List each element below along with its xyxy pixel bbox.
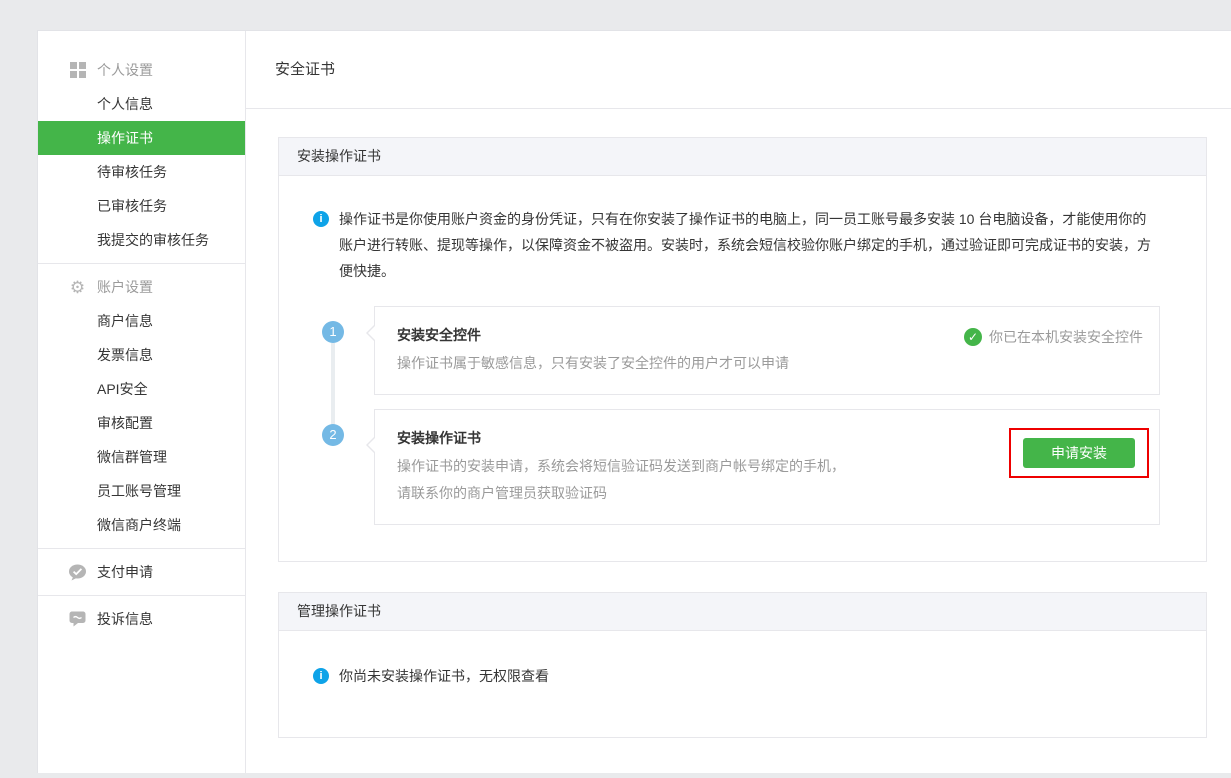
grid-icon xyxy=(69,62,86,79)
step-1-badge: 1 xyxy=(322,321,344,343)
step-1-description: 操作证书属于敏感信息，只有安装了安全控件的用户才可以申请 xyxy=(397,350,789,377)
sidebar-divider xyxy=(38,548,245,549)
step-badge-column: 2 xyxy=(322,409,344,525)
sidebar-section-account-settings[interactable]: ⚙ 账户设置 xyxy=(38,270,245,304)
main-content: 安全证书 安装操作证书 i 操作证书是你使用账户资金的身份凭证，只有在你安装了操… xyxy=(246,31,1231,773)
step-1-status-text: 你已在本机安装安全控件 xyxy=(989,327,1143,347)
info-icon: i xyxy=(313,211,329,227)
step-2-badge: 2 xyxy=(322,424,344,446)
install-certificate-panel: 安装操作证书 i 操作证书是你使用账户资金的身份凭证，只有在你安装了操作证书的电… xyxy=(278,137,1207,562)
install-notice: i 操作证书是你使用账户资金的身份凭证，只有在你安装了操作证书的电脑上，同一员工… xyxy=(313,206,1160,284)
page-title: 安全证书 xyxy=(246,31,1231,109)
gear-icon: ⚙ xyxy=(69,279,86,296)
sidebar: 个人设置 个人信息 操作证书 待审核任务 已审核任务 我提交的审核任务 ⚙ 账户… xyxy=(38,31,246,773)
step-1-status: ✓ 你已在本机安装安全控件 xyxy=(964,327,1143,347)
sidebar-divider xyxy=(38,263,245,264)
sidebar-item-review-config[interactable]: 审核配置 xyxy=(38,406,245,440)
step-row-2: 2 安装操作证书 操作证书的安装申请，系统会将短信验证码发送到商户帐号绑定的手机… xyxy=(322,409,1160,525)
step-2-description-line2: 请联系你的商户管理员获取验证码 xyxy=(397,480,845,507)
sidebar-item-payment-application[interactable]: 支付申请 xyxy=(38,555,245,589)
sidebar-section-label: 个人设置 xyxy=(97,60,153,80)
app-card: 个人设置 个人信息 操作证书 待审核任务 已审核任务 我提交的审核任务 ⚙ 账户… xyxy=(37,30,1231,773)
sidebar-divider xyxy=(38,595,245,596)
main-body: 安装操作证书 i 操作证书是你使用账户资金的身份凭证，只有在你安装了操作证书的电… xyxy=(246,109,1231,778)
sidebar-item-invoice-info[interactable]: 发票信息 xyxy=(38,338,245,372)
manage-notice-text: 你尚未安装操作证书，无权限查看 xyxy=(339,663,549,689)
manage-certificate-panel: 管理操作证书 i 你尚未安装操作证书，无权限查看 xyxy=(278,592,1207,738)
sidebar-item-operation-certificate[interactable]: 操作证书 xyxy=(38,121,245,155)
sidebar-section-personal-settings[interactable]: 个人设置 xyxy=(38,53,245,87)
message-bubble-icon xyxy=(67,611,87,628)
step-2-description-line1: 操作证书的安装申请，系统会将短信验证码发送到商户帐号绑定的手机， xyxy=(397,453,845,480)
install-panel-body: i 操作证书是你使用账户资金的身份凭证，只有在你安装了操作证书的电脑上，同一员工… xyxy=(279,176,1206,561)
sidebar-item-complaint-info[interactable]: 投诉信息 xyxy=(38,602,245,636)
sidebar-item-reviewed-tasks[interactable]: 已审核任务 xyxy=(38,189,245,223)
sidebar-item-pending-review-tasks[interactable]: 待审核任务 xyxy=(38,155,245,189)
apply-install-button[interactable]: 申请安装 xyxy=(1023,438,1135,468)
step-1-title: 安装安全控件 xyxy=(397,324,789,346)
manage-notice: i 你尚未安装操作证书，无权限查看 xyxy=(313,663,1160,689)
sidebar-item-label: 支付申请 xyxy=(97,562,153,582)
check-icon: ✓ xyxy=(964,328,982,346)
manage-panel-header: 管理操作证书 xyxy=(279,593,1206,631)
step-1-box: 安装安全控件 操作证书属于敏感信息，只有安装了安全控件的用户才可以申请 ✓ 你已… xyxy=(374,306,1160,395)
step-2-box: 安装操作证书 操作证书的安装申请，系统会将短信验证码发送到商户帐号绑定的手机， … xyxy=(374,409,1160,525)
sidebar-item-my-submitted-review-tasks[interactable]: 我提交的审核任务 xyxy=(38,223,245,257)
step-row-1: 1 安装安全控件 操作证书属于敏感信息，只有安装了安全控件的用户才可以申请 ✓ … xyxy=(322,306,1160,395)
sidebar-item-wechat-merchant-terminal[interactable]: 微信商户终端 xyxy=(38,508,245,542)
info-icon: i xyxy=(313,668,329,684)
sidebar-item-api-security[interactable]: API安全 xyxy=(38,372,245,406)
manage-panel-body: i 你尚未安装操作证书，无权限查看 xyxy=(279,631,1206,737)
install-notice-text: 操作证书是你使用账户资金的身份凭证，只有在你安装了操作证书的电脑上，同一员工账号… xyxy=(339,206,1160,284)
install-steps: 1 安装安全控件 操作证书属于敏感信息，只有安装了安全控件的用户才可以申请 ✓ … xyxy=(322,306,1160,525)
step-1-texts: 安装安全控件 操作证书属于敏感信息，只有安装了安全控件的用户才可以申请 xyxy=(397,324,789,377)
sidebar-item-personal-info[interactable]: 个人信息 xyxy=(38,87,245,121)
sidebar-item-wechat-group-management[interactable]: 微信群管理 xyxy=(38,440,245,474)
highlight-box: 申请安装 xyxy=(1009,428,1149,478)
step-2-texts: 安装操作证书 操作证书的安装申请，系统会将短信验证码发送到商户帐号绑定的手机， … xyxy=(397,427,845,507)
chat-check-icon xyxy=(67,564,87,581)
step-badge-column: 1 xyxy=(322,306,344,395)
step-2-title: 安装操作证书 xyxy=(397,427,845,449)
sidebar-section-label: 账户设置 xyxy=(97,277,153,297)
sidebar-item-label: 投诉信息 xyxy=(97,609,153,629)
install-panel-header: 安装操作证书 xyxy=(279,138,1206,176)
sidebar-item-employee-account-management[interactable]: 员工账号管理 xyxy=(38,474,245,508)
sidebar-item-merchant-info[interactable]: 商户信息 xyxy=(38,304,245,338)
